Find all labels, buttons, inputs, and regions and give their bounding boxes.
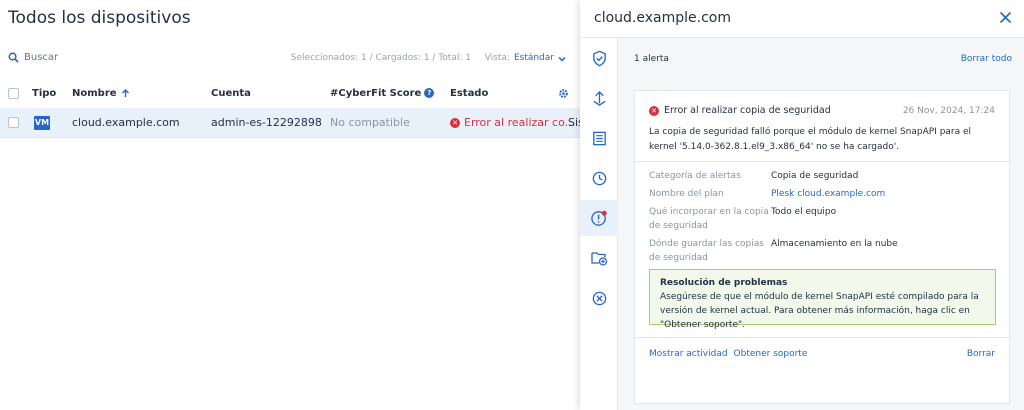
- rail-alerts[interactable]: [580, 200, 618, 236]
- stats-text: Seleccionados: 1 / Cargados: 1 / Total: …: [290, 53, 471, 63]
- alert-date: 26 Nov, 2024, 17:24: [902, 106, 995, 116]
- sort-up-icon: [121, 88, 129, 97]
- column-settings-button[interactable]: [558, 80, 569, 106]
- field-category: Categoría de alertas Copia de seguridad: [649, 169, 999, 183]
- vm-type-icon: VM: [34, 115, 50, 130]
- help-icon[interactable]: ?: [424, 88, 435, 98]
- table-row[interactable]: VM cloud.example.com admin-es-12292898 N…: [0, 108, 580, 138]
- field-destination: Dónde guardar las copias de seguridad Al…: [649, 237, 999, 265]
- search-label: Buscar: [24, 52, 59, 63]
- error-icon: ✕: [450, 117, 460, 128]
- shield-check-icon: [592, 50, 606, 66]
- folder-add-icon: [591, 252, 608, 266]
- row-checkbox[interactable]: [8, 117, 19, 128]
- error-icon: ✕: [649, 105, 659, 116]
- row-name: cloud.example.com: [72, 116, 180, 129]
- alert-count: 1 alerta: [634, 54, 669, 64]
- field-value: Almacenamiento en la nube: [771, 239, 898, 249]
- field-value: Copia de seguridad: [771, 171, 859, 181]
- search-icon: [8, 52, 19, 63]
- panel-header: cloud.example.com: [580, 0, 1024, 38]
- field-label: Nombre del plan: [649, 189, 724, 199]
- gear-icon: [559, 88, 568, 98]
- panel-rail: [580, 38, 618, 410]
- cancel-circle-icon: [592, 291, 606, 305]
- rail-protection[interactable]: [580, 40, 618, 76]
- row-status[interactable]: ✕ Error al realizar co...: [450, 116, 575, 129]
- field-label: Categoría de alertas: [649, 171, 741, 181]
- recovery-icon: [592, 90, 606, 106]
- alert-title: Error al realizar copia de seguridad: [664, 105, 831, 116]
- header-score[interactable]: #CyberFit Score ?: [330, 80, 435, 106]
- delete-alert-link[interactable]: Borrar: [967, 349, 995, 359]
- device-list-area: Todos los dispositivos Buscar Selecciona…: [0, 0, 580, 410]
- rail-history[interactable]: [580, 160, 618, 196]
- row-account: admin-es-12292898: [211, 116, 322, 129]
- troubleshooting-title: Resolución de problemas: [660, 278, 788, 288]
- header-score-label: #CyberFit Score: [330, 87, 422, 99]
- header-name-label: Nombre: [72, 87, 117, 99]
- field-plan: Nombre del plan Plesk cloud.example.com: [649, 187, 999, 201]
- divider: [635, 337, 1009, 338]
- troubleshooting-text: Asegúrese de que el módulo de kernel Sna…: [660, 292, 979, 330]
- field-label: Dónde guardar las copias de seguridad: [649, 239, 764, 263]
- rail-add-to-plan[interactable]: [580, 240, 618, 276]
- alert-card: ✕ Error al realizar copia de seguridad 2…: [634, 90, 1010, 404]
- plan-link[interactable]: Plesk cloud.example.com: [771, 187, 885, 201]
- device-details-panel: cloud.example.com 1 alerta Borrar todo ✕…: [580, 0, 1024, 410]
- alerts-content: 1 alerta Borrar todo ✕ Error al realizar…: [618, 38, 1024, 410]
- field-value: Todo el equipo: [771, 207, 837, 217]
- row-status-text: Error al realizar co...: [464, 116, 576, 129]
- search-button[interactable]: Buscar: [8, 52, 58, 63]
- chevron-down-icon[interactable]: [558, 55, 566, 63]
- page-title: Todos los dispositivos: [8, 8, 191, 28]
- history-icon: [592, 171, 606, 185]
- view-label: Vista:: [484, 53, 510, 63]
- list-toolbar: Buscar Seleccionados: 1 / Cargados: 1 / …: [0, 44, 580, 72]
- clear-all-link[interactable]: Borrar todo: [961, 54, 1012, 64]
- rail-recovery[interactable]: [580, 80, 618, 116]
- header-account[interactable]: Cuenta: [211, 80, 251, 106]
- report-icon: [592, 131, 606, 145]
- header-type[interactable]: Tipo: [32, 80, 56, 106]
- header-name[interactable]: Nombre: [72, 80, 130, 106]
- alert-icon: [590, 210, 607, 226]
- field-label: Qué incorporar en la copia de seguridad: [649, 207, 769, 231]
- field-include: Qué incorporar en la copia de seguridad …: [649, 205, 999, 233]
- select-all-checkbox[interactable]: [8, 87, 19, 99]
- view-selector[interactable]: Estándar: [514, 53, 554, 63]
- close-icon: [999, 11, 1012, 24]
- rail-remove[interactable]: [580, 280, 618, 316]
- row-score: No compatible: [330, 116, 410, 129]
- header-status[interactable]: Estado: [450, 80, 488, 106]
- table-header: Tipo Nombre Cuenta #CyberFit Score ? Est…: [0, 80, 580, 106]
- divider: [635, 161, 1009, 162]
- close-button[interactable]: [999, 9, 1012, 28]
- alert-message: La copia de seguridad falló porque el mó…: [649, 127, 972, 152]
- troubleshooting-box: Resolución de problemas Asegúrese de que…: [649, 269, 996, 330]
- alert-actions: Mostrar actividad Obtener soporte: [649, 349, 807, 359]
- get-support-link[interactable]: Obtener soporte: [734, 349, 808, 359]
- show-activity-link[interactable]: Mostrar actividad: [649, 349, 728, 359]
- rail-reports[interactable]: [580, 120, 618, 156]
- row-overflow-text: Sis: [568, 116, 580, 129]
- panel-title: cloud.example.com: [594, 10, 731, 26]
- selection-stats: Seleccionados: 1 / Cargados: 1 / Total: …: [291, 53, 566, 63]
